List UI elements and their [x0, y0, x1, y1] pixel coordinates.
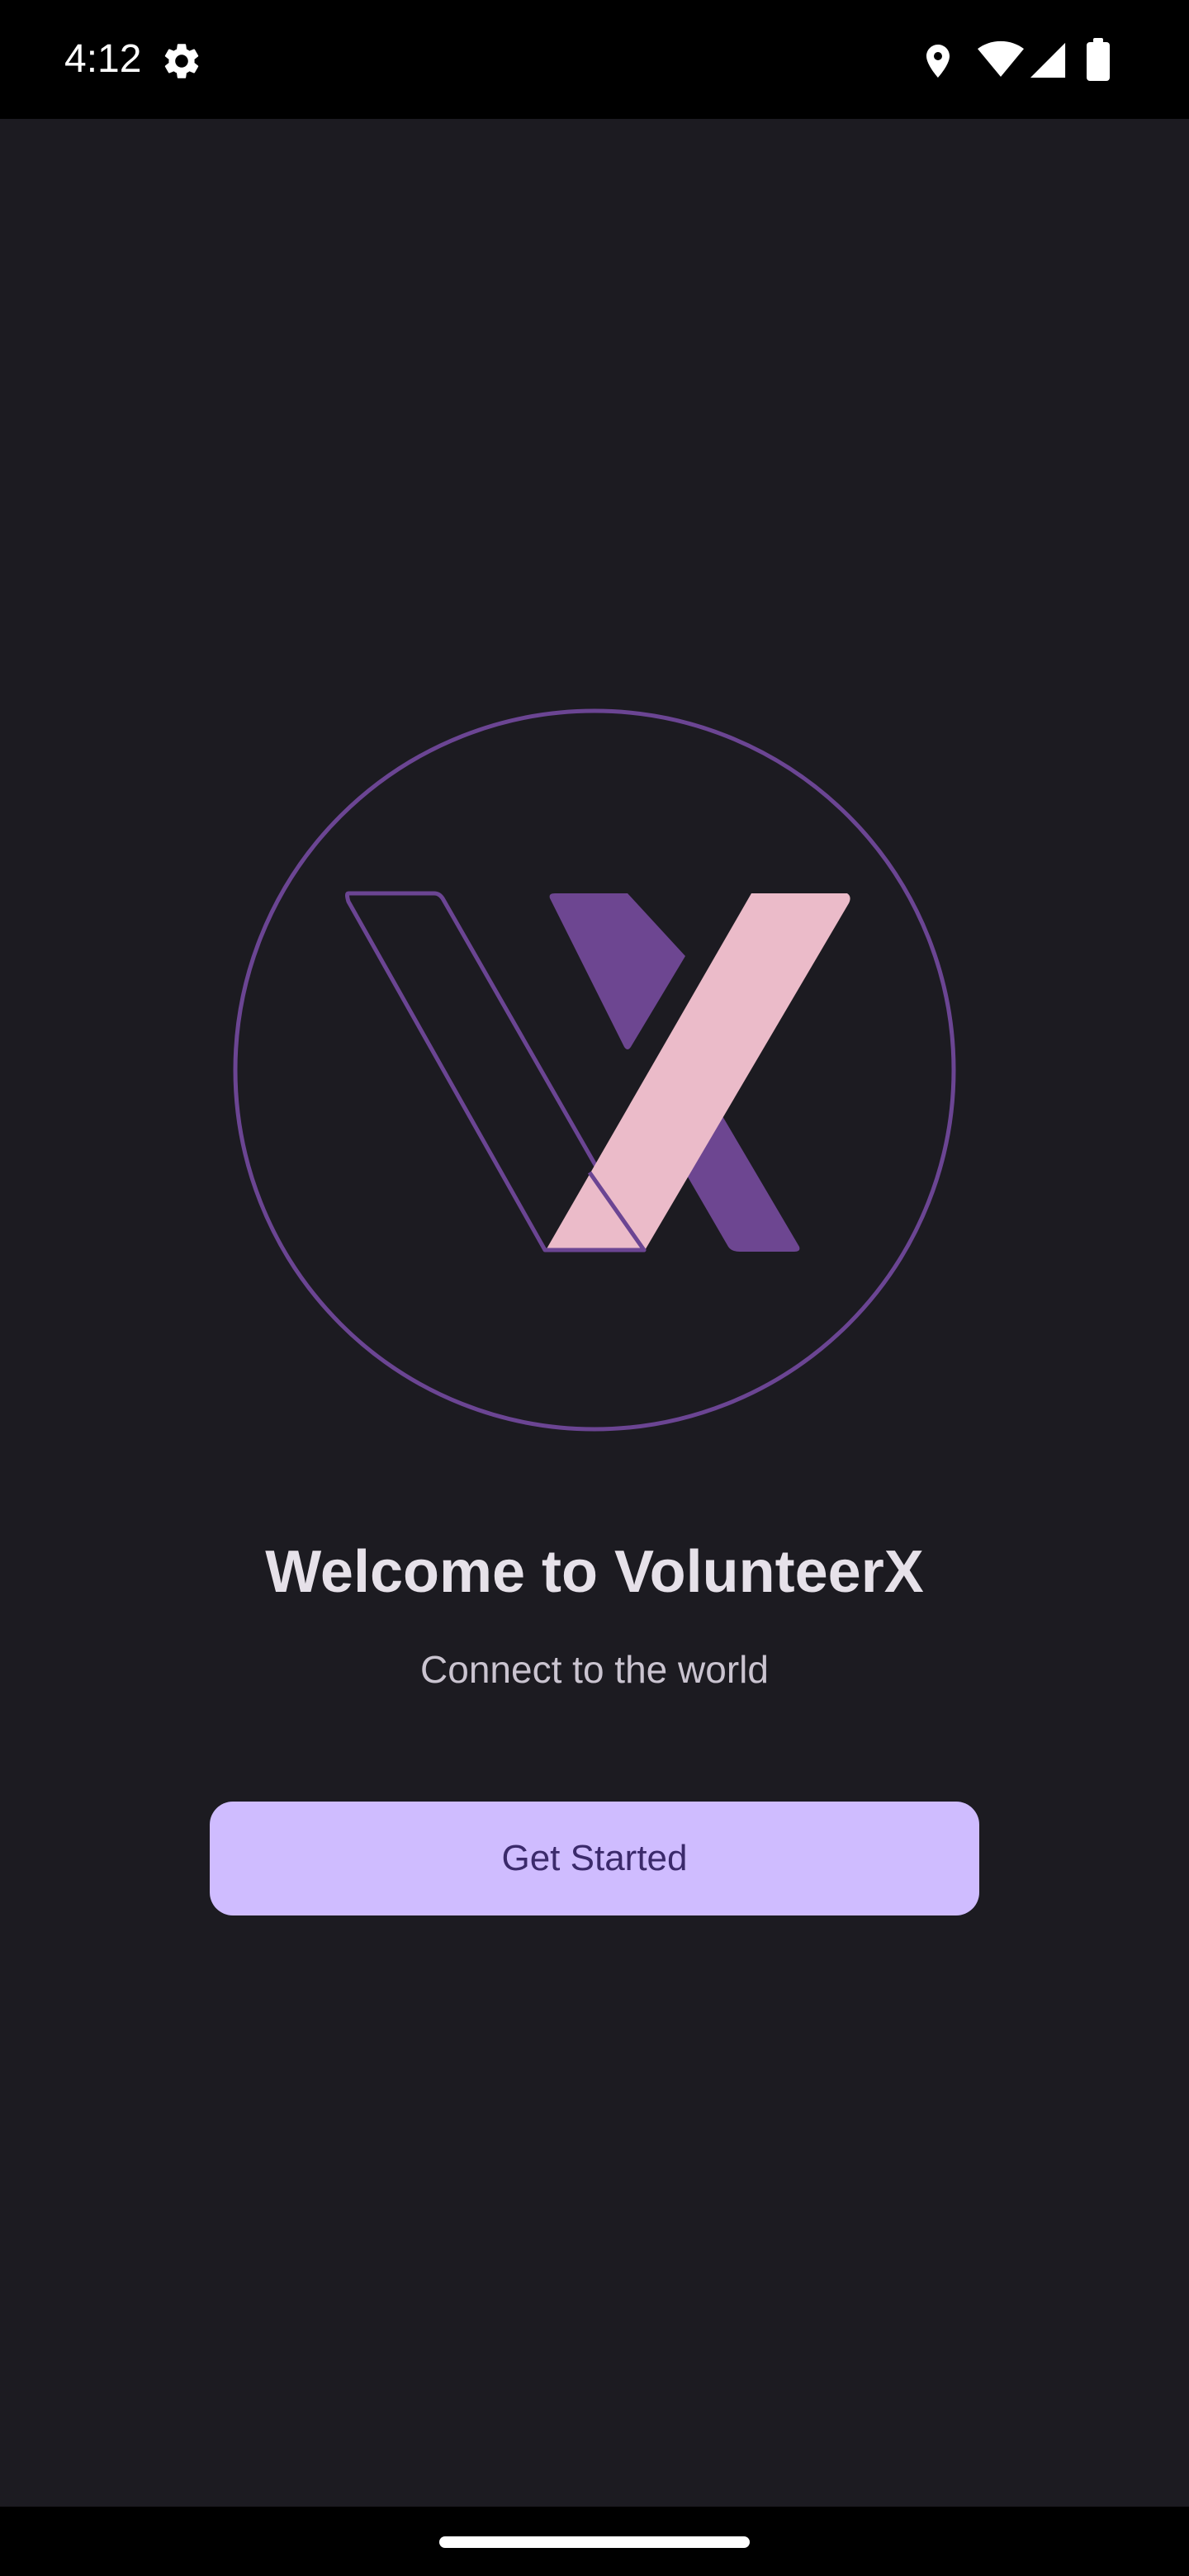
- status-bar: 4:12: [0, 0, 1189, 119]
- status-time: 4:12: [64, 37, 142, 81]
- home-gesture-handle[interactable]: [439, 2536, 750, 2548]
- wifi-icon: [978, 40, 1024, 77]
- settings-gear-icon: [164, 44, 199, 78]
- battery-icon: [1087, 38, 1110, 81]
- welcome-subtitle: Connect to the world: [420, 1648, 769, 1691]
- cellular-signal-icon: [1030, 42, 1066, 78]
- welcome-screen: 4:12 Welcome to VolunteerX Connect to th…: [0, 0, 1189, 2576]
- get-started-button[interactable]: Get Started: [210, 1802, 979, 1915]
- volunteerx-logo-icon: [233, 708, 956, 1432]
- welcome-title: Welcome to VolunteerX: [265, 1539, 924, 1605]
- location-icon: [926, 45, 950, 78]
- navigation-bar: [0, 2507, 1189, 2576]
